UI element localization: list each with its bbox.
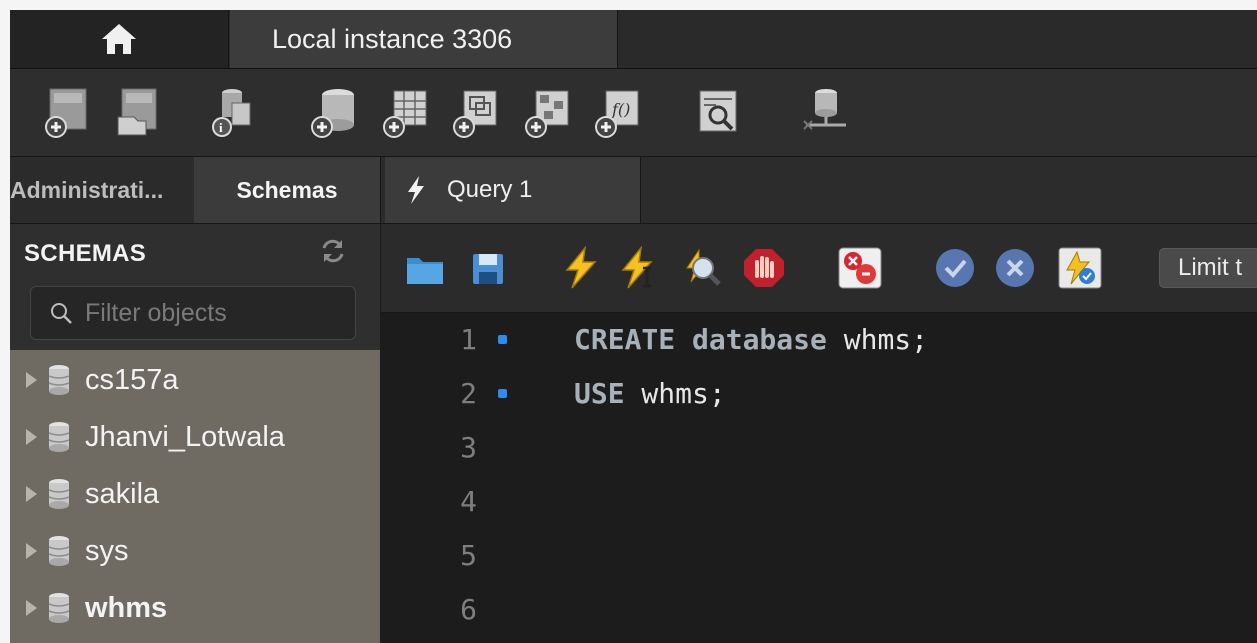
expand-triangle-icon[interactable] [26, 543, 37, 559]
sql-keyword: CREATE database [574, 323, 827, 356]
statement-marker-icon [498, 389, 507, 398]
schema-item-whms[interactable]: whms [10, 580, 380, 636]
rollback-icon[interactable] [993, 246, 1039, 290]
execute-icon[interactable] [559, 246, 605, 290]
sql-keyword: USE [574, 377, 625, 410]
schema-item-cs157a[interactable]: cs157a [10, 352, 380, 408]
database-icon [48, 422, 70, 452]
lightning-icon [408, 176, 424, 204]
filter-objects-field[interactable] [30, 286, 356, 340]
refresh-icon[interactable] [320, 238, 346, 264]
code-line[interactable]: 5 [381, 539, 1257, 593]
stop-icon[interactable] [741, 246, 787, 290]
schema-item-sakila[interactable]: sakila [10, 466, 380, 522]
create-view-icon[interactable] [450, 85, 500, 141]
limit-rows-label: Limit t [1178, 254, 1243, 281]
inspect-schema-icon[interactable]: i [208, 85, 258, 141]
schema-name: cs157a [85, 363, 179, 396]
line-number: 6 [460, 593, 477, 626]
code-line[interactable]: 1 CREATE database whms; [381, 323, 1257, 377]
svg-text:i: i [219, 120, 223, 135]
home-button[interactable] [10, 10, 229, 68]
sql-rest: whms; [624, 377, 726, 410]
create-function-icon[interactable]: f() [592, 85, 642, 141]
database-icon [48, 479, 70, 509]
line-number: 2 [460, 377, 477, 410]
window-frame-top [0, 0, 1257, 10]
expand-triangle-icon[interactable] [26, 486, 37, 502]
database-icon [48, 593, 70, 623]
search-icon [51, 303, 72, 324]
code-text: USE whms; [574, 377, 726, 410]
window-frame-left [0, 0, 10, 643]
code-line[interactable]: 6 [381, 593, 1257, 643]
sql-rest: whms; [826, 323, 929, 356]
tab-schemas[interactable]: Schemas [194, 157, 380, 223]
code-line[interactable]: 3 [381, 431, 1257, 485]
autocommit-icon[interactable] [1057, 246, 1103, 290]
search-table-data-icon[interactable] [694, 85, 744, 141]
expand-triangle-icon[interactable] [26, 372, 37, 388]
create-table-icon[interactable] [380, 85, 430, 141]
home-icon [102, 24, 136, 54]
connection-tab-title: Local instance 3306 [272, 23, 513, 54]
main-toolbar: i f() [10, 69, 1257, 157]
schema-item-jhanvi-lotwala[interactable]: Jhanvi_Lotwala [10, 409, 380, 465]
line-number: 5 [460, 539, 477, 572]
schema-item-sys[interactable]: sys [10, 523, 380, 579]
schema-name: Jhanvi_Lotwala [85, 420, 285, 453]
filter-objects-input[interactable] [83, 297, 337, 329]
schemas-heading: SCHEMAS [24, 240, 147, 267]
limit-rows-select[interactable]: Limit t [1159, 248, 1257, 288]
line-number: 1 [460, 323, 477, 356]
save-icon[interactable] [467, 246, 513, 290]
query-tab-label: Query 1 [447, 176, 533, 203]
schema-list: cs157a Jhanvi_Lotwala sakila sys whms [10, 350, 380, 643]
schema-name: sakila [85, 477, 160, 510]
create-procedure-icon[interactable] [522, 85, 572, 141]
create-schema-icon[interactable] [308, 85, 358, 141]
query-tab-bar: Query 1 [380, 157, 1257, 224]
explain-icon[interactable] [679, 246, 725, 290]
toggle-continue-on-error-icon[interactable] [837, 246, 883, 290]
sidebar-tab-bar: Administrati... Schemas [10, 157, 380, 224]
tab-administration-label: Administrati... [10, 176, 164, 203]
schema-name: whms [85, 591, 168, 624]
database-icon [48, 536, 70, 566]
tab-query-1[interactable]: Query 1 [385, 157, 641, 223]
execute-current-icon[interactable] [617, 246, 663, 290]
database-icon [48, 365, 70, 395]
open-file-icon[interactable] [403, 246, 449, 290]
open-sql-script-icon[interactable] [112, 85, 162, 141]
statement-marker-icon [498, 335, 507, 344]
commit-icon[interactable] [933, 246, 979, 290]
schemas-sidebar: SCHEMAS cs157a [10, 224, 380, 643]
tab-schemas-label: Schemas [236, 176, 338, 203]
schema-name: sys [85, 534, 129, 567]
tab-administration[interactable]: Administrati... [10, 157, 194, 223]
new-sql-tab-icon[interactable] [42, 85, 92, 141]
code-line[interactable]: 4 [381, 485, 1257, 539]
line-number: 4 [460, 485, 477, 518]
svg-text:f(): f() [611, 100, 630, 119]
editor-toolbar: Limit t [381, 224, 1257, 313]
connection-tab[interactable]: Local instance 3306 [230, 10, 618, 68]
reconnect-icon[interactable] [796, 85, 846, 141]
connection-tab-bar: Local instance 3306 [10, 10, 1257, 69]
sql-editor[interactable]: 1 CREATE database whms; 2 USE whms; 3 4 … [381, 313, 1257, 643]
expand-triangle-icon[interactable] [26, 600, 37, 616]
code-line[interactable]: 2 USE whms; [381, 377, 1257, 431]
line-number: 3 [460, 431, 477, 464]
expand-triangle-icon[interactable] [26, 429, 37, 445]
code-text: CREATE database whms; [574, 323, 928, 356]
